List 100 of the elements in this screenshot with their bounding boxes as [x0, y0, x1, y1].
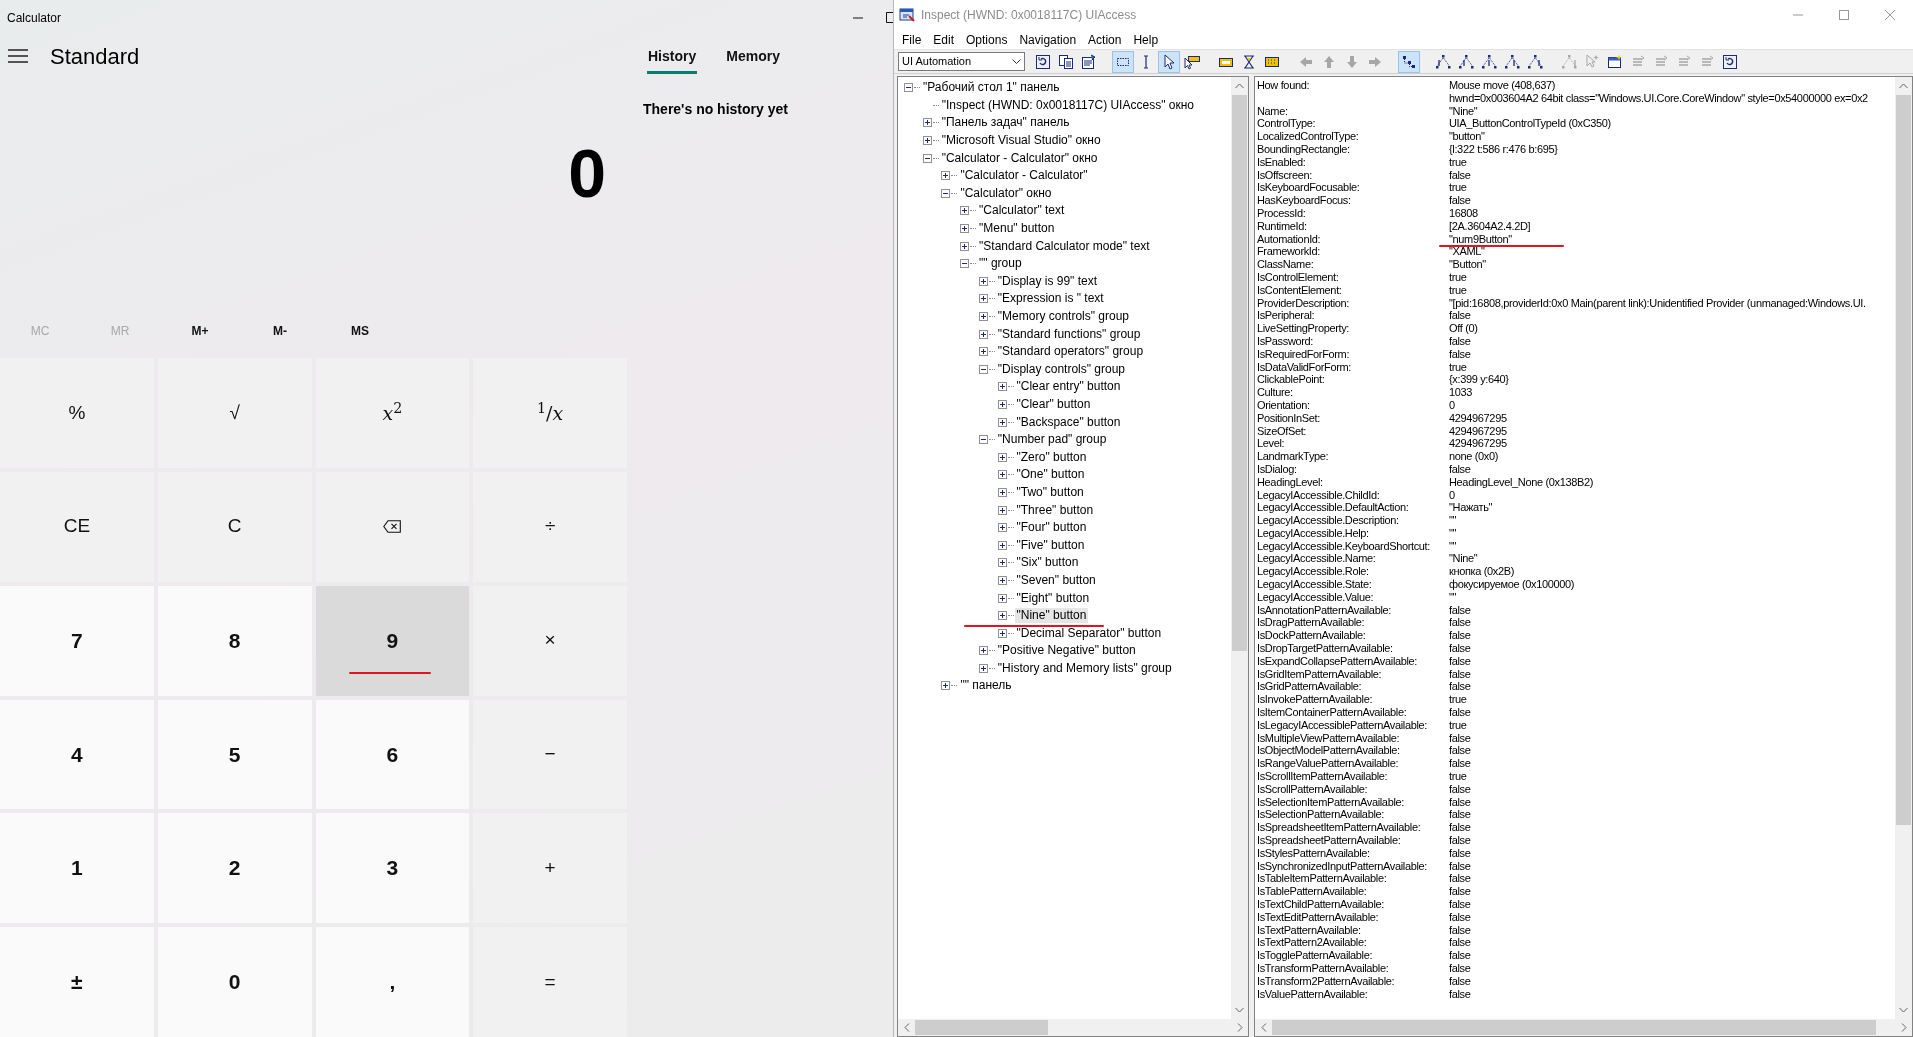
expand-icon[interactable]: [997, 417, 1007, 427]
calculator-key[interactable]: ,: [315, 927, 470, 1037]
tree-item[interactable]: "Display is 99" text: [995, 273, 1100, 289]
tree-item[interactable]: "Six" button: [1014, 555, 1081, 571]
tree-item[interactable]: "Standard Calculator mode" text: [977, 238, 1152, 254]
menu-item[interactable]: Action: [1082, 30, 1128, 49]
tree-item[interactable]: "Microsoft Visual Studio" окно: [939, 133, 1103, 149]
calculator-key[interactable]: x$^{2}$: [315, 358, 470, 468]
calculator-key[interactable]: +: [473, 813, 627, 924]
expand-icon[interactable]: [997, 452, 1007, 462]
horizontal-scrollbar[interactable]: [1255, 1019, 1912, 1036]
calculator-key[interactable]: ×: [473, 585, 627, 696]
expand-icon[interactable]: [960, 224, 970, 234]
tree-item[interactable]: "Calculator" окно: [958, 185, 1054, 201]
calculator-key[interactable]: %: [0, 358, 154, 468]
calculator-key[interactable]: 4: [0, 699, 154, 810]
expand-icon[interactable]: [997, 523, 1007, 533]
collapse-icon[interactable]: [978, 364, 988, 374]
tree-item[interactable]: "Menu" button: [977, 221, 1057, 237]
expand-icon[interactable]: [997, 628, 1007, 638]
tree-item[interactable]: "Inspect (HWND: 0x0018117C) UIAccess" окно: [939, 97, 1196, 113]
tree-item[interactable]: "" group: [977, 256, 1024, 272]
collapse-icon[interactable]: [978, 435, 988, 445]
vertical-scrollbar[interactable]: [1231, 77, 1248, 1019]
tree-item[interactable]: "Calculator" text: [977, 203, 1067, 219]
tree-item[interactable]: "Nine" button: [1014, 608, 1089, 624]
tree-item[interactable]: "Two" button: [1014, 484, 1086, 500]
expand-icon[interactable]: [978, 294, 988, 304]
memory-button[interactable]: M-: [240, 308, 320, 354]
calculator-key[interactable]: 2: [157, 813, 312, 924]
expand-icon[interactable]: [978, 329, 988, 339]
expand-icon[interactable]: [978, 347, 988, 357]
calculator-key[interactable]: $^{1}$/x: [473, 358, 627, 468]
collapse-icon[interactable]: [941, 188, 951, 198]
calculator-key[interactable]: 0: [157, 927, 312, 1037]
expand-icon[interactable]: [922, 118, 932, 128]
expand-icon[interactable]: [941, 171, 951, 181]
menu-item[interactable]: Help: [1127, 30, 1165, 49]
calculator-key[interactable]: CE: [0, 471, 154, 582]
calculator-key[interactable]: 7: [0, 585, 154, 696]
mode-dropdown[interactable]: UI Automation: [898, 52, 1025, 71]
scroll-thumb[interactable]: [1272, 1020, 1877, 1035]
panel-tab[interactable]: History: [647, 44, 698, 74]
tree-item[interactable]: "Five" button: [1014, 537, 1087, 553]
scroll-thumb[interactable]: [915, 1020, 1048, 1035]
expand-icon[interactable]: [997, 487, 1007, 497]
menu-button[interactable]: [8, 49, 28, 63]
horizontal-scrollbar[interactable]: [898, 1019, 1248, 1036]
menu-item[interactable]: File: [896, 30, 928, 49]
expand-icon[interactable]: [978, 646, 988, 656]
collapse-icon[interactable]: [960, 259, 970, 269]
expand-icon[interactable]: [997, 558, 1007, 568]
tree-item[interactable]: "Calculator - Calculator" окно: [939, 150, 1100, 166]
memory-button[interactable]: MS: [320, 308, 400, 354]
tree-item[interactable]: "Рабочий стол 1" панель: [921, 80, 1062, 96]
expand-icon[interactable]: [997, 593, 1007, 603]
calculator-key[interactable]: 8: [157, 585, 312, 696]
tree-item[interactable]: "Decimal Separator" button: [1014, 625, 1164, 641]
tree-item[interactable]: "Zero" button: [1014, 449, 1089, 465]
toolbar-button[interactable]: [1398, 50, 1420, 73]
calculator-key[interactable]: 6: [315, 699, 470, 810]
expand-icon[interactable]: [978, 276, 988, 286]
calculator-key[interactable]: −: [473, 699, 627, 810]
tree-item[interactable]: "Display controls" group: [995, 361, 1128, 377]
tree-item[interactable]: "Four" button: [1014, 520, 1089, 536]
tree-item[interactable]: "Eight" button: [1014, 590, 1092, 606]
expand-icon[interactable]: [997, 540, 1007, 550]
panel-tab[interactable]: Memory: [725, 44, 781, 74]
calculator-key[interactable]: =: [473, 927, 627, 1037]
scroll-thumb[interactable]: [1232, 95, 1247, 651]
tree-item[interactable]: "Number pad" group: [995, 432, 1109, 448]
expand-icon[interactable]: [978, 312, 988, 321]
expand-icon[interactable]: [997, 505, 1007, 515]
calculator-key[interactable]: 1: [0, 813, 154, 924]
expand-icon[interactable]: [960, 206, 970, 216]
calculator-key[interactable]: ÷: [473, 471, 627, 582]
maximize-icon[interactable]: [886, 12, 893, 23]
tree-item[interactable]: "Positive Negative" button: [995, 643, 1138, 659]
calculator-key[interactable]: 5: [157, 699, 312, 810]
menu-item[interactable]: Options: [960, 30, 1014, 49]
expand-icon[interactable]: [997, 611, 1007, 621]
calculator-key[interactable]: C: [157, 471, 312, 582]
tree-item[interactable]: "Memory controls" group: [995, 309, 1132, 324]
vertical-scrollbar[interactable]: [1895, 77, 1912, 1019]
tree-item[interactable]: "History and Memory lists" group: [995, 660, 1174, 676]
menu-item[interactable]: Navigation: [1013, 30, 1083, 49]
calculator-key[interactable]: √: [157, 358, 312, 468]
expand-icon[interactable]: [997, 470, 1007, 480]
toolbar-button[interactable]: [1158, 50, 1180, 73]
calculator-key[interactable]: 3: [315, 813, 470, 924]
tree-item[interactable]: "Three" button: [1014, 502, 1096, 518]
expand-icon[interactable]: [997, 575, 1007, 585]
tree-item[interactable]: "Clear entry" button: [1014, 379, 1123, 395]
tree-item[interactable]: "Clear" button: [1014, 397, 1093, 412]
calculator-key[interactable]: ±: [0, 927, 154, 1037]
expand-icon[interactable]: [941, 681, 951, 691]
expand-icon[interactable]: [997, 400, 1007, 409]
scroll-thumb[interactable]: [1896, 95, 1911, 825]
tree-item[interactable]: "Backspace" button: [1014, 414, 1123, 430]
calculator-key[interactable]: 9: [315, 585, 470, 696]
